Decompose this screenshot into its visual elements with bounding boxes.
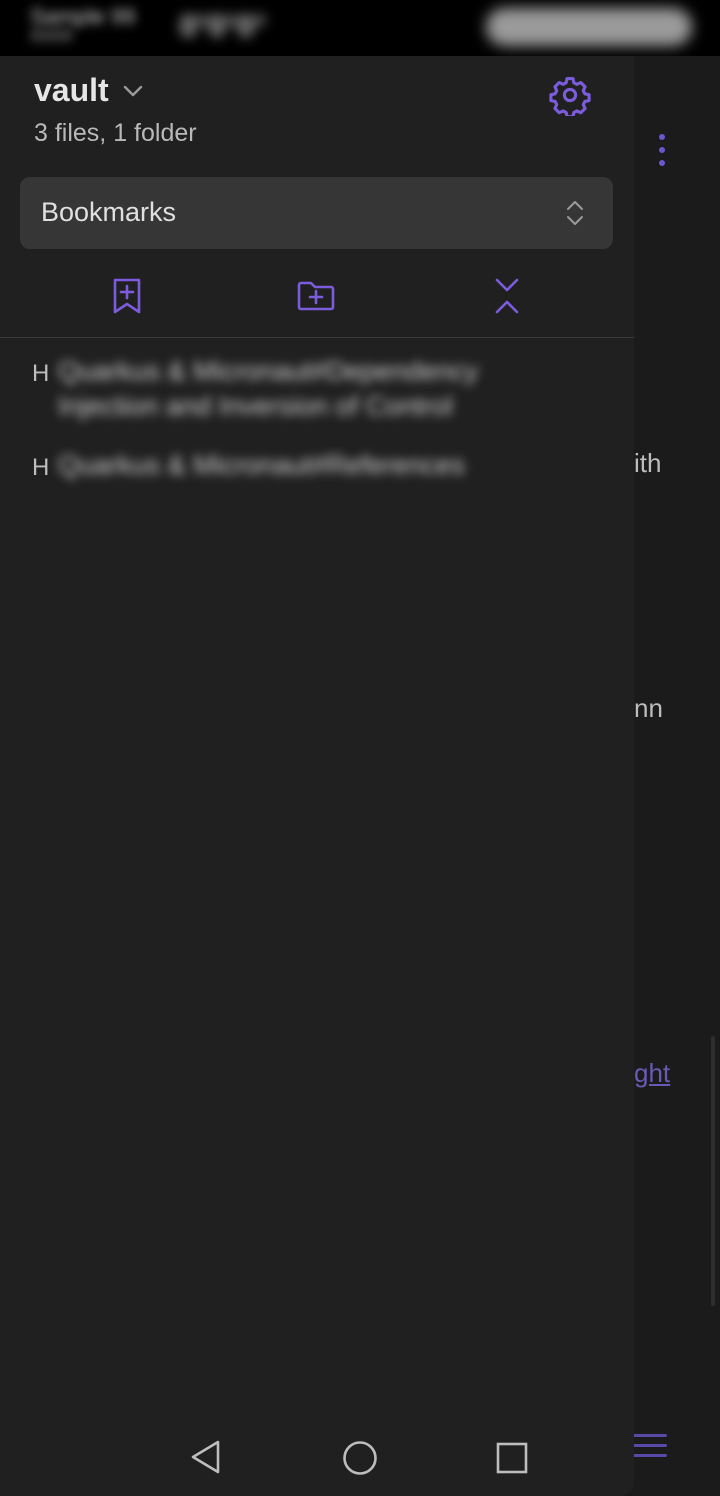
chevron-down-icon[interactable] [120,78,146,104]
select-arrows-icon [567,201,583,225]
home-icon[interactable] [342,1440,378,1476]
status-battery-area [486,8,692,46]
status-bar: Sample 99 XXXX 0°0°0° [0,0,720,56]
status-left-text: Sample 99 XXXX [30,6,135,46]
bookmark-title: Quarkus & Micronaut#References [58,450,465,480]
more-options-icon[interactable] [650,134,674,170]
sidebar-drawer: vault 3 files, 1 folder Bookmarks H Quar… [0,56,634,1496]
view-selector-value: Bookmarks [41,197,177,227]
collapse-all-icon[interactable] [487,276,527,316]
editor-scrollbar[interactable] [711,1036,715,1306]
divider [0,337,634,338]
bookmark-plus-icon[interactable] [107,276,147,316]
vault-name[interactable]: vault [34,72,109,109]
editor-text-fragment: nn [634,693,663,723]
editor-text-fragment: ith [634,448,662,478]
gear-icon[interactable] [549,74,591,116]
heading-icon: H [32,360,50,387]
back-icon[interactable] [188,1438,224,1476]
menu-icon[interactable] [633,1434,667,1462]
vault-stats: 3 files, 1 folder [34,119,197,147]
recent-apps-icon[interactable] [496,1442,528,1474]
heading-icon: H [32,454,50,481]
view-selector[interactable]: Bookmarks [20,177,613,249]
status-indicators: 0°0°0° [180,10,267,43]
folder-plus-icon[interactable] [296,276,336,316]
status-left-top: Sample 99 [30,4,136,29]
bookmark-title: Quarkus & Micronaut#Dependency Injection… [58,356,479,421]
editor-link-fragment[interactable]: ght [634,1058,670,1089]
status-left-bottom: XXXX [30,28,73,45]
